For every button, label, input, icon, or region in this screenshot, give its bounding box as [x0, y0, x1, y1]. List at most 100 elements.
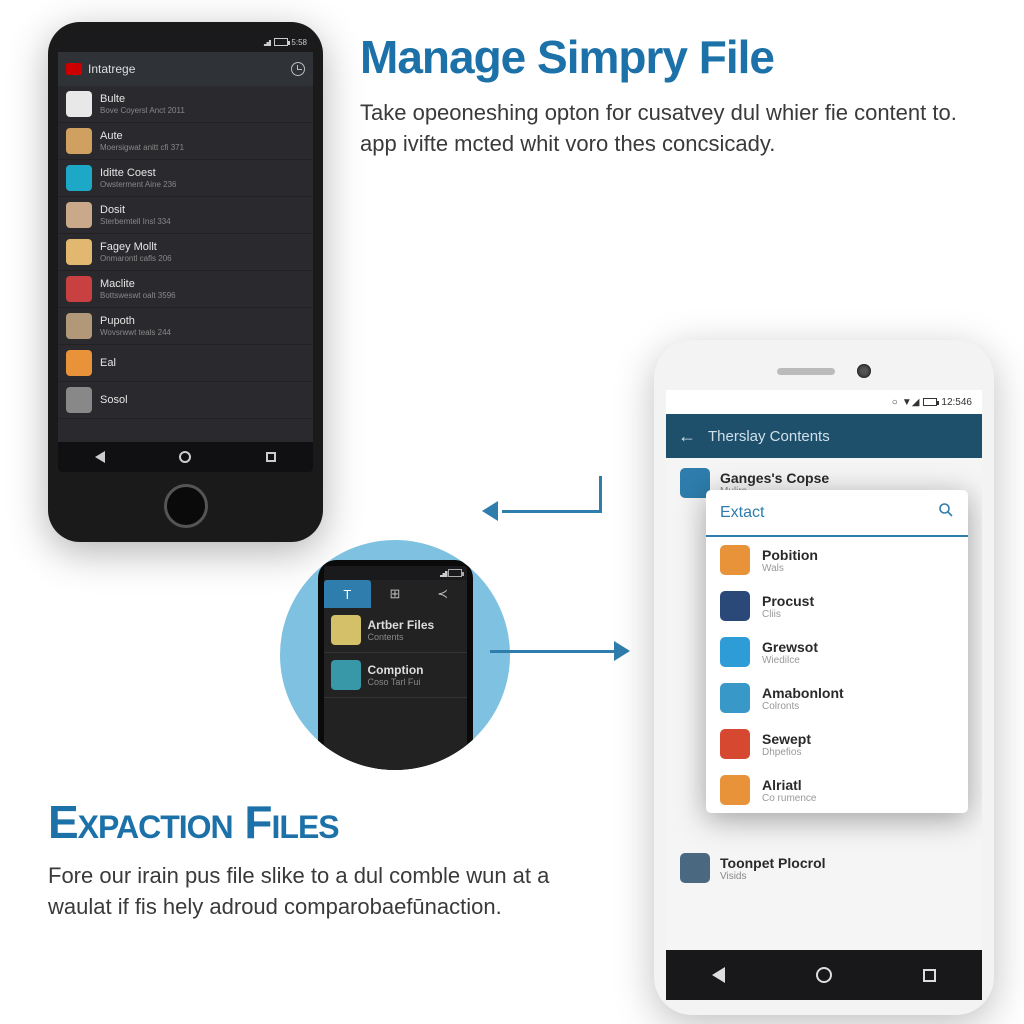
item-title: Eal [100, 357, 305, 369]
nav-bar [666, 950, 982, 1000]
list-item[interactable]: Comption Coso Tarl Fui [324, 653, 467, 698]
circle-highlight: T ⊞ ≺ Artber Files Contents Comption Cos… [280, 540, 510, 770]
app-icon [720, 591, 750, 621]
thumb-icon [331, 615, 361, 645]
list-item[interactable]: Iditte Coest Owsterment Aine 236 [58, 160, 313, 197]
app-header: Intatrege [58, 52, 313, 86]
popup-item[interactable]: Sewept Dhpefios [706, 721, 968, 767]
file-list[interactable]: Bulte Bove Coyersl Anct 2011 Aute Moersi… [58, 86, 313, 442]
back-icon[interactable]: ← [678, 426, 696, 447]
arrow-left [482, 476, 602, 526]
list-item[interactable]: Sosol [58, 382, 313, 419]
arrow-right [490, 640, 630, 670]
popup-item[interactable]: Amabonlont Colronts [706, 675, 968, 721]
phone-light-bezel [666, 352, 982, 390]
list-item[interactable]: Fagey Mollt Onmarontl cafls 206 [58, 234, 313, 271]
battery-icon [448, 569, 462, 577]
popup-item[interactable]: Procust Cliis [706, 583, 968, 629]
item-title: Iditte Coest [100, 167, 305, 179]
item-sub: Co rumence [762, 793, 816, 804]
popup-item[interactable]: Alriatl Co rumence [706, 767, 968, 813]
section-1-body: Take opeoneshing opton for cusatvey dul … [360, 98, 980, 160]
list-item[interactable]: Pupoth Wovsrwwt teals 244 [58, 308, 313, 345]
popup-item[interactable]: Grewsot Wiedilce [706, 629, 968, 675]
thumb-icon [66, 128, 92, 154]
section-2-heading: Expaction Files [48, 795, 578, 849]
mini-list: Artber Files Contents Comption Coso Tarl… [324, 608, 467, 698]
home-button[interactable] [164, 484, 208, 528]
item-sub: Contents [368, 632, 435, 642]
item-sub: Onmarontl cafls 206 [100, 254, 305, 263]
thumb-icon [66, 350, 92, 376]
item-title: Toonpet Plocrol [720, 855, 826, 871]
list-item[interactable]: Eal [58, 345, 313, 382]
list-item[interactable]: Bulte Bove Coyersl Anct 2011 [58, 86, 313, 123]
status-time: 12:546 [941, 397, 972, 408]
thumb-icon [66, 165, 92, 191]
item-sub: Wovsrwwt teals 244 [100, 328, 305, 337]
search-icon[interactable] [938, 502, 954, 523]
item-title: Alriatl [762, 777, 816, 793]
app-logo-icon [66, 63, 82, 75]
item-title: Amabonlont [762, 685, 844, 701]
nav-recent-icon[interactable] [266, 452, 276, 462]
thumb-icon [66, 387, 92, 413]
list-item[interactable]: Aute Moersigwat anitt cfi 371 [58, 123, 313, 160]
phone-dark-screen: 5:58 Intatrege Bulte Bove Coyersl Anct 2… [58, 32, 313, 472]
list-item[interactable]: Toonpet Plocrol Visids [666, 843, 982, 893]
item-title: Aute [100, 130, 305, 142]
item-sub: Cliis [762, 609, 814, 620]
popup-header: Extact [706, 490, 968, 537]
popup-title: Extact [720, 504, 764, 522]
popup-item[interactable]: Pobition Wals [706, 537, 968, 583]
item-sub: Sterbemtell Insl 334 [100, 217, 305, 226]
status-bar: ○ ▼◢ 12:546 [666, 390, 982, 414]
mini-tab-active[interactable]: T [324, 580, 372, 608]
app-title: Intatrege [88, 62, 135, 76]
item-sub: Moersigwat anitt cfi 371 [100, 143, 305, 152]
app-icon [720, 729, 750, 759]
app-icon [720, 775, 750, 805]
app-title: Therslay Contents [708, 428, 830, 445]
nav-back-icon[interactable] [712, 967, 725, 983]
signal-icon: ▼◢ [902, 397, 920, 408]
nav-back-icon[interactable] [95, 451, 105, 463]
item-title: Grewsot [762, 639, 818, 655]
item-title: Dosit [100, 204, 305, 216]
item-sub: Owsterment Aine 236 [100, 180, 305, 189]
phone-light-screen: ○ ▼◢ 12:546 ← Therslay Contents Ganges's… [666, 390, 982, 950]
status-time: 5:58 [291, 38, 307, 47]
battery-icon [923, 398, 937, 406]
history-icon[interactable] [291, 62, 305, 76]
item-sub: Wals [762, 563, 818, 574]
item-sub: Colronts [762, 701, 844, 712]
list-item[interactable]: Maclite Bottsweswt oalt 3596 [58, 271, 313, 308]
thumb-icon [331, 660, 361, 690]
thumb-icon [66, 202, 92, 228]
mini-screen: T ⊞ ≺ Artber Files Contents Comption Cos… [324, 566, 467, 770]
thumb-icon [66, 276, 92, 302]
nav-recent-icon[interactable] [923, 969, 936, 982]
mini-tabs: T ⊞ ≺ [324, 580, 467, 608]
item-title: Ganges's Copse [720, 470, 829, 486]
mini-tab-2[interactable]: ⊞ [371, 580, 419, 608]
app-icon [720, 545, 750, 575]
item-title: Maclite [100, 278, 305, 290]
battery-icon [274, 38, 288, 46]
item-title: Sosol [100, 394, 305, 406]
mini-tab-share-icon[interactable]: ≺ [419, 580, 467, 608]
item-title: Fagey Mollt [100, 241, 305, 253]
item-title: Comption [368, 663, 424, 677]
folder-icon [680, 853, 710, 883]
item-sub: Wiedilce [762, 655, 818, 666]
item-sub: Visids [720, 871, 826, 882]
section-1-heading: Manage Simpry File [360, 30, 980, 84]
item-title: Procust [762, 593, 814, 609]
list-item[interactable]: Dosit Sterbemtell Insl 334 [58, 197, 313, 234]
item-title: Bulte [100, 93, 305, 105]
popup-list: Pobition Wals Procust Cliis Grewsot Wied… [706, 537, 968, 813]
list-item[interactable]: Artber Files Contents [324, 608, 467, 653]
nav-home-icon[interactable] [179, 451, 191, 463]
nav-home-icon[interactable] [816, 967, 832, 983]
nav-bar [58, 442, 313, 472]
